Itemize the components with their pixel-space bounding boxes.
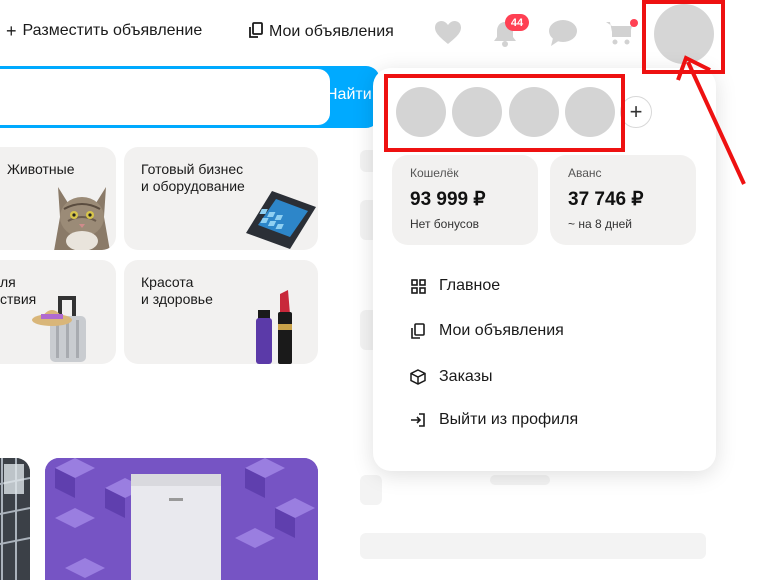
annotation-arrow (676, 55, 746, 185)
background-placeholder (360, 533, 706, 559)
product-card[interactable] (0, 458, 30, 580)
advance-period: ~ на 8 дней (568, 217, 632, 231)
cart-indicator-dot (630, 19, 638, 27)
post-ad-link[interactable]: + Разместить объявление (6, 22, 202, 40)
product-card[interactable] (45, 458, 318, 580)
category-tile-beauty[interactable]: Красота и здоровье (124, 260, 318, 364)
my-ads-label: Мои объявления (269, 22, 394, 40)
category-tile-travel[interactable]: ля ствия (0, 260, 116, 364)
wallet-card[interactable]: Кошелёк 93 999 ₽ Нет бонусов (392, 155, 538, 245)
search-button[interactable]: Найти (320, 66, 380, 128)
menu-item-main[interactable]: Главное (409, 274, 500, 298)
fridge-image (45, 458, 318, 580)
background-placeholder (490, 475, 550, 485)
category-tile-animals[interactable]: Животные (0, 147, 116, 250)
advance-amount: 37 746 ₽ (568, 189, 644, 210)
plus-icon: + (6, 21, 17, 41)
advance-title: Аванс (568, 166, 602, 180)
copy-icon (409, 323, 427, 339)
category-label: Готовый бизнес и оборудование (141, 161, 245, 194)
menu-item-label: Главное (439, 277, 501, 294)
post-ad-label: Разместить объявление (22, 22, 203, 39)
box-icon (409, 369, 427, 385)
wallet-bonus: Нет бонусов (410, 217, 479, 231)
lipstick-image (256, 290, 292, 364)
menu-item-label: Заказы (439, 368, 493, 385)
category-tile-business[interactable]: Готовый бизнес и оборудование (124, 147, 318, 250)
luggage-image (32, 296, 86, 362)
annotation-accounts-box (384, 74, 625, 152)
notifications-badge: 44 (505, 14, 529, 31)
logout-icon (409, 412, 427, 428)
heart-icon[interactable] (433, 18, 463, 48)
category-label: Красота и здоровье (141, 274, 213, 307)
building-image (0, 458, 30, 580)
category-label: Животные (7, 161, 75, 177)
pos-terminal-image (246, 191, 316, 249)
background-placeholder (360, 475, 382, 505)
menu-item-label: Мои объявления (439, 322, 564, 339)
copy-icon (249, 22, 263, 41)
menu-item-label: Выйти из профиля (439, 411, 579, 428)
search-input[interactable] (0, 69, 330, 125)
my-ads-link[interactable]: Мои объявления (249, 22, 394, 41)
wallet-amount: 93 999 ₽ (410, 189, 486, 210)
category-label: ля ствия (0, 274, 37, 307)
wallet-title: Кошелёк (410, 166, 459, 180)
chat-icon[interactable] (548, 18, 578, 48)
menu-item-my-ads[interactable]: Мои объявления (409, 319, 564, 343)
grid-icon (409, 278, 427, 294)
menu-item-orders[interactable]: Заказы (409, 365, 492, 389)
search-bar: Найти (0, 66, 380, 128)
menu-item-logout[interactable]: Выйти из профиля (409, 408, 578, 432)
cat-image (54, 187, 110, 250)
